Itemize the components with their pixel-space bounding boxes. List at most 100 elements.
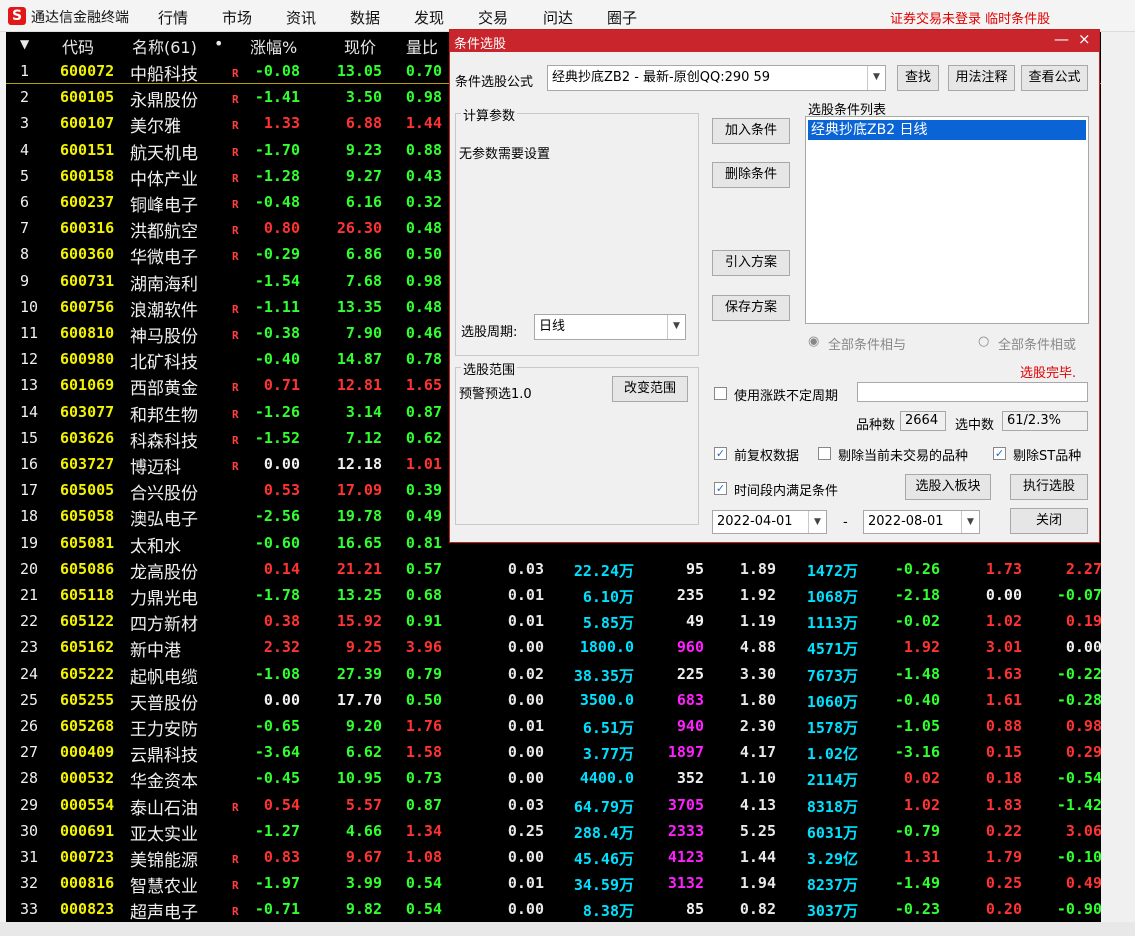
add-condition-button[interactable]: 加入条件 — [712, 118, 790, 144]
col10-value: 3132 — [667, 874, 704, 893]
stock-name: 中体产业 — [130, 169, 198, 190]
menu-item-market[interactable]: 市场 — [222, 7, 252, 28]
date-from-value: 2022-04-01 — [717, 514, 793, 529]
table-row[interactable]: 21 605118 力鼎光电 -1.78 13.25 0.68 0.01 6.10万 235 1.… — [6, 582, 1101, 609]
change-pct: 1.33 — [263, 114, 300, 133]
fq-checkbox[interactable]: ✓ — [714, 447, 727, 460]
menu-item-circle[interactable]: 圈子 — [607, 7, 637, 28]
row-index: 5 — [20, 166, 30, 185]
table-row[interactable]: 24 605222 起帆电缆 -1.08 27.39 0.79 0.02 38.35万 225 3… — [6, 661, 1101, 688]
price: 21.21 — [336, 559, 382, 578]
col8-value: 0.01 — [507, 586, 544, 604]
dialog-titlebar[interactable]: 条件选股 — × — [450, 30, 1099, 52]
price: 6.88 — [345, 114, 382, 133]
col-code-header[interactable]: 代码 — [62, 34, 94, 58]
price: 6.86 — [345, 245, 382, 264]
to-block-button[interactable]: 选股入板块 — [905, 474, 991, 500]
col14-value: 1.63 — [985, 664, 1022, 683]
radio-or-label[interactable]: 全部条件相或 — [998, 334, 1076, 353]
col8-value: 0.02 — [507, 664, 544, 683]
table-row[interactable]: 22 605122 四方新材 0.38 15.92 0.91 0.01 5.85万 49 1.19… — [6, 608, 1101, 635]
date-from-picker[interactable]: 2022-04-01 ▼ — [712, 510, 827, 534]
table-row[interactable]: 25 605255 天普股份 0.00 17.70 0.50 0.00 3500.0 683 1.… — [6, 687, 1101, 714]
change-pct: 0.54 — [263, 795, 300, 814]
stock-code: 000816 — [60, 874, 115, 893]
chevron-down-icon[interactable]: ▼ — [808, 511, 826, 533]
row-index: 4 — [20, 140, 30, 159]
col-vr-header[interactable]: 量比 — [406, 34, 438, 58]
col9-value: 34.59万 — [573, 876, 634, 895]
table-row[interactable]: 32 000816 智慧农业 R -1.97 3.99 0.54 0.01 34.59万 3132… — [6, 870, 1101, 897]
row-index: 20 — [20, 559, 39, 578]
radio-or-icon[interactable]: ○ — [978, 334, 989, 349]
col13-value: -0.26 — [894, 559, 940, 578]
execute-select-button[interactable]: 执行选股 — [1010, 474, 1088, 500]
table-row[interactable]: 20 605086 龙高股份 0.14 21.21 0.57 0.03 22.24万 95 1.8… — [6, 556, 1101, 583]
volume-ratio: 0.98 — [405, 271, 442, 290]
timerange-label: 时间段内满足条件 — [734, 484, 839, 499]
chevron-down-icon[interactable]: ▼ — [961, 511, 979, 533]
timerange-checkbox[interactable]: ✓ — [714, 482, 727, 495]
uncertain-period-checkbox[interactable] — [714, 387, 727, 400]
import-plan-button[interactable]: 引入方案 — [712, 250, 790, 276]
stock-name: 云鼎科技 — [130, 746, 198, 767]
col-change-header[interactable]: 涨幅% — [250, 34, 297, 58]
col10-value: 960 — [676, 638, 704, 657]
menu-item-discover[interactable]: 发现 — [414, 7, 444, 28]
col-name-header[interactable]: 名称(61) — [132, 34, 197, 58]
save-plan-button[interactable]: 保存方案 — [712, 295, 790, 321]
change-pct: 0.71 — [263, 376, 300, 395]
menu-item-trade[interactable]: 交易 — [478, 7, 508, 28]
delete-condition-button[interactable]: 删除条件 — [712, 162, 790, 188]
stock-name: 王力安防 — [130, 720, 198, 740]
period-select[interactable]: 日线 ▼ — [534, 314, 686, 340]
usage-button[interactable]: 用法注释 — [948, 65, 1015, 91]
exclude-untraded-checkbox[interactable] — [818, 447, 831, 460]
change-range-button[interactable]: 改变范围 — [612, 376, 688, 402]
menu-item-quote[interactable]: 行情 — [158, 7, 188, 28]
bottom-strip — [0, 922, 1135, 936]
stock-name: 中船科技 — [130, 65, 198, 85]
stock-name: 铜峰电子 — [130, 196, 198, 216]
col12-value: 3.29亿 — [806, 850, 858, 868]
col13-value: -0.79 — [894, 821, 940, 840]
exclude-st-checkbox[interactable]: ✓ — [993, 447, 1006, 460]
table-row[interactable]: 29 000554 泰山石油 R 0.54 5.57 0.87 0.03 64.79万 3705 4… — [6, 792, 1101, 819]
chevron-down-icon[interactable]: ▼ — [867, 66, 885, 90]
radio-and-label[interactable]: 全部条件相与 — [828, 334, 906, 353]
col8-value: 0.00 — [507, 769, 544, 788]
list-item[interactable]: 经典抄底ZB2 日线 — [808, 120, 1086, 140]
menu-item-data[interactable]: 数据 — [350, 7, 380, 28]
table-row[interactable]: 31 000723 美锦能源 R 0.83 9.67 1.08 0.00 45.46万 4123 1… — [6, 844, 1101, 871]
sort-arrow-icon[interactable]: ▼ — [20, 37, 29, 51]
uncertain-period-field[interactable] — [857, 382, 1088, 402]
table-row[interactable]: 26 605268 王力安防 -0.65 9.20 1.76 0.01 6.51万 940 2.3… — [6, 713, 1101, 740]
radio-and-icon[interactable]: ◉ — [808, 334, 819, 349]
close-icon[interactable]: × — [1078, 30, 1091, 48]
chevron-down-icon[interactable]: ▼ — [667, 315, 685, 339]
col-price-header[interactable]: 现价 — [344, 34, 376, 58]
view-formula-button[interactable]: 查看公式 — [1021, 65, 1088, 91]
col14-value: 0.22 — [985, 821, 1022, 840]
menu-item-news[interactable]: 资讯 — [286, 7, 316, 28]
find-button[interactable]: 查找 — [897, 65, 939, 91]
col12-value: 1068万 — [806, 588, 858, 606]
table-row[interactable]: 23 605162 新中港 2.32 9.25 3.96 0.00 1800.0 960 4.88… — [6, 634, 1101, 661]
date-to-picker[interactable]: 2022-08-01 ▼ — [863, 510, 980, 534]
menu-item-ask[interactable]: 问达 — [543, 7, 573, 28]
formula-select[interactable]: 经典抄底ZB2 - 最新-原创QQ:290 59 ▼ — [547, 65, 886, 91]
conditions-list[interactable]: 经典抄底ZB2 日线 — [805, 116, 1089, 324]
row-index: 25 — [20, 690, 39, 709]
col14-value: 1.02 — [985, 612, 1022, 631]
close-button[interactable]: 关闭 — [1010, 508, 1088, 534]
table-row[interactable]: 28 000532 华金资本 -0.45 10.95 0.73 0.00 4400.0 352 1… — [6, 765, 1101, 792]
table-row[interactable]: 33 000823 超声电子 R -0.71 9.82 0.54 0.00 8.38万 85 0.8… — [6, 896, 1101, 922]
col12-value: 1.02亿 — [806, 745, 858, 764]
row-index: 12 — [20, 350, 39, 369]
login-status[interactable]: 证券交易未登录 临时条件股 — [890, 8, 1050, 27]
row-index: 1 — [20, 62, 30, 80]
table-row[interactable]: 27 000409 云鼎科技 -3.64 6.62 1.58 0.00 3.77万 1897 4.… — [6, 739, 1101, 767]
minimize-icon[interactable]: — — [1054, 30, 1069, 48]
table-row[interactable]: 30 000691 亚太实业 -1.27 4.66 1.34 0.25 288.4万 2333 5… — [6, 818, 1101, 845]
row-index: 27 — [20, 743, 39, 762]
